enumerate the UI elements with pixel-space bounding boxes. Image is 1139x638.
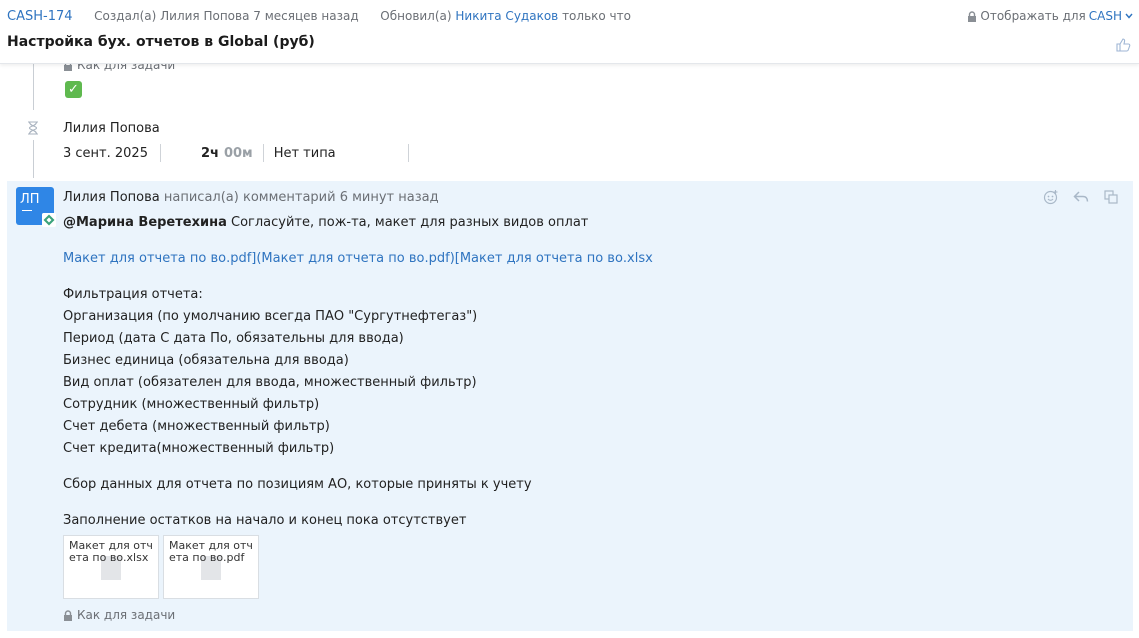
balance-line: Заполнение остатков на начало и конец по… — [63, 513, 467, 528]
lock-icon — [968, 10, 977, 22]
chevron-down-icon — [1125, 13, 1133, 19]
attachment-name: Макет для отчета по во.xlsx — [69, 539, 153, 564]
comment-visibility: Как для задачи — [63, 608, 175, 622]
thumbs-up-icon[interactable] — [1115, 37, 1131, 53]
timeline-line — [33, 140, 34, 178]
comment-first-line: @Марина Веретехина Согласуйте, пож-та, м… — [63, 212, 1113, 234]
attachments: Макет для отчета по во.xlsx Макет для от… — [63, 535, 259, 599]
visibility-label: Отображать для — [980, 9, 1086, 23]
filter-line: Фильтрация отчета: — [63, 287, 203, 302]
filter-line: Счет кредита(множественный фильтр) — [63, 441, 335, 456]
worklog-row: 3 сент. 2025 2ч 00м Нет типа — [63, 144, 409, 162]
comment-action: написал(а) комментарий 6 минут назад — [163, 190, 439, 205]
hourglass-icon — [28, 121, 38, 135]
filter-line: Сотрудник (множественный фильтр) — [63, 397, 320, 412]
issue-key-link[interactable]: CASH-174 — [7, 9, 73, 24]
comment-visibility-label: Как для задачи — [77, 608, 176, 622]
worklog-author[interactable]: Лилия Попова — [63, 121, 160, 136]
badge-icon — [42, 213, 56, 227]
attachment-thumbnail[interactable]: Макет для отчета по во.xlsx — [63, 535, 159, 599]
filter-line: Бизнес единица (обязательна для ввода) — [63, 353, 349, 368]
lock-icon — [64, 609, 72, 621]
attachment-links[interactable]: Макет для отчета по во.pdf](Макет для от… — [63, 248, 1113, 270]
emoji-icon[interactable] — [1043, 189, 1059, 205]
updated-user-link[interactable]: Никита Судаков — [455, 9, 558, 23]
issue-meta: CASH-174 Создал(а) Лилия Попова 7 месяце… — [7, 9, 631, 24]
worklog-minutes: 00м — [223, 145, 253, 161]
reply-icon[interactable] — [1073, 189, 1089, 205]
checked-checkbox[interactable]: ✓ — [65, 81, 82, 98]
visibility-selector[interactable]: Отображать для CASH — [967, 9, 1133, 23]
visibility-project: CASH — [1088, 9, 1122, 23]
comment-request: Согласуйте, пож-та, макет для разных вид… — [226, 215, 589, 230]
comment-header: Лилия Попова написал(а) комментарий 6 ми… — [63, 190, 439, 205]
comment: ЛП Лилия Попова написал(а) комментарий 6… — [7, 181, 1133, 631]
attachment-name: Макет для отчета по во.pdf — [169, 539, 253, 564]
issue-title: Настройка бух. отчетов в Global (руб) — [7, 34, 315, 50]
divider — [407, 144, 409, 162]
filter-line: Вид оплат (обязателен для ввода, множест… — [63, 375, 477, 390]
comment-body: @Марина Веретехина Согласуйте, пож-та, м… — [63, 212, 1113, 532]
filter-line: Период (дата С дата По, обязательны для … — [63, 331, 404, 346]
copy-icon[interactable] — [1103, 189, 1119, 205]
comment-toolbar — [1043, 189, 1119, 205]
worklog-date: 3 сент. 2025 — [63, 145, 148, 161]
issue-header: CASH-174 Создал(а) Лилия Попова 7 месяце… — [0, 0, 1139, 64]
avatar-initials: ЛП — [20, 192, 40, 207]
updated-prefix: Обновил(а) — [380, 9, 452, 23]
worklog-hours: 2ч — [200, 145, 219, 161]
collection-line: Сбор данных для отчета по позициям АО, к… — [63, 477, 532, 492]
created-text: Создал(а) Лилия Попова 7 месяцев назад — [94, 9, 359, 23]
comment-author[interactable]: Лилия Попова — [63, 190, 160, 205]
timeline-line — [33, 64, 34, 110]
mention-link[interactable]: @Марина Веретехина — [63, 215, 227, 230]
updated-suffix: только что — [562, 9, 631, 23]
worklog-type: Нет типа — [273, 145, 336, 161]
filter-line: Организация (по умолчанию всегда ПАО "Су… — [63, 309, 478, 324]
attachment-thumbnail[interactable]: Макет для отчета по во.pdf — [163, 535, 259, 599]
filter-line: Счет дебета (множественный фильтр) — [63, 419, 330, 434]
